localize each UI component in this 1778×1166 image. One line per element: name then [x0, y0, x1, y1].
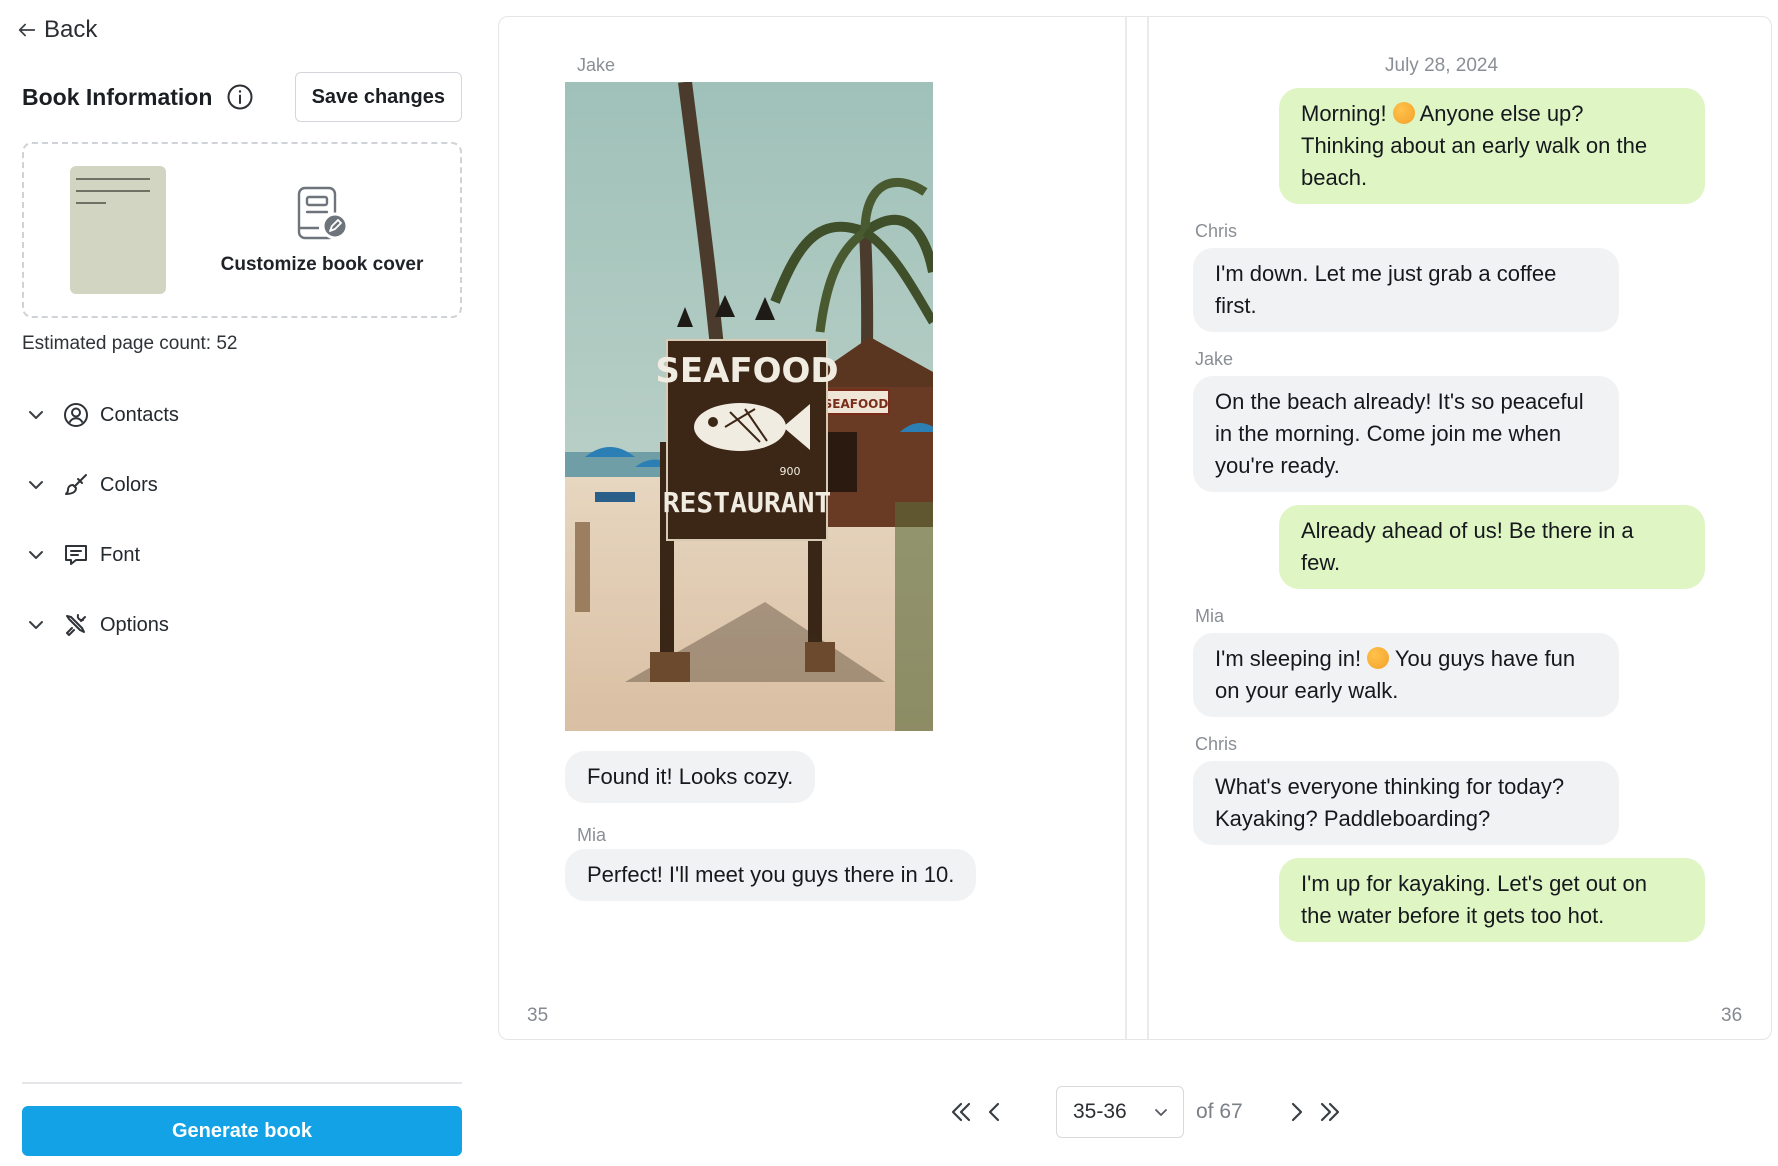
message-text: Already ahead of us! Be there in a	[1301, 518, 1634, 543]
chevron-down-icon	[29, 411, 43, 419]
beach-restaurant-photo: SEAFOOD SEAFOOD 900 RESTAURANT	[565, 82, 933, 731]
page-total: of 67	[1196, 1100, 1243, 1123]
message-bubble: I'm sleeping in! You guys have fun on yo…	[1193, 633, 1619, 717]
page-gutter	[1125, 17, 1127, 1039]
message-text: I'm down. Let me just grab a coffee	[1215, 261, 1557, 286]
user-circle-icon	[64, 403, 88, 427]
section-options[interactable]: Options	[22, 590, 462, 660]
photo-sign-bottom: RESTAURANT	[663, 486, 832, 519]
cover-line	[76, 178, 150, 180]
last-page-button[interactable]	[1313, 1095, 1347, 1129]
first-page-button[interactable]	[944, 1095, 978, 1129]
message-text: in the morning. Come join me when	[1215, 421, 1562, 446]
chat-photo: SEAFOOD SEAFOOD 900 RESTAURANT	[565, 82, 933, 731]
message-bubble-outgoing: Already ahead of us! Be there in a few.	[1279, 505, 1705, 589]
save-changes-button[interactable]: Save changes	[294, 72, 462, 122]
edit-document-icon	[297, 186, 349, 240]
message-bubble: Perfect! I'll meet you guys there in 10.	[565, 849, 977, 901]
emoji-icon	[1392, 102, 1415, 124]
photo-sign-number: 900	[780, 465, 801, 478]
message-text: on your early walk.	[1215, 678, 1399, 703]
message-bubble-outgoing: I'm up for kayaking. Let's get out on th…	[1279, 858, 1705, 942]
chevron-down-icon	[29, 621, 43, 629]
conversation-date: July 28, 2024	[1385, 55, 1499, 76]
sidebar: Back Book Information Save changes Custo…	[0, 0, 480, 1166]
book-spread: Jake SEAFOOD SEAFOOD 900 RESTAURANT Foun…	[498, 16, 1772, 1040]
message-text: you're ready.	[1215, 453, 1340, 478]
book-info-header: Book Information Save changes	[22, 72, 462, 122]
sidebar-divider	[22, 1082, 462, 1084]
page-range-value: 35-36	[1073, 1100, 1127, 1123]
chevron-down-icon	[29, 481, 43, 489]
message-text: beach.	[1301, 165, 1368, 190]
message-text: What's everyone thinking for today?	[1215, 774, 1565, 799]
chevron-left-icon	[988, 1102, 1000, 1122]
message-text: Kayaking? Paddleboarding?	[1215, 806, 1491, 831]
page-number: 35	[527, 1005, 549, 1026]
sender-name: Mia	[1195, 606, 1225, 626]
chevron-right-icon	[1291, 1102, 1302, 1122]
message-text: Anyone else up?	[1414, 101, 1584, 126]
previous-page-button[interactable]	[978, 1095, 1012, 1129]
emoji-icon	[1367, 647, 1390, 669]
sender-name: Chris	[1195, 221, 1238, 241]
book-info-title: Book Information	[22, 83, 213, 110]
message-bubble: I'm down. Let me just grab a coffee firs…	[1193, 248, 1619, 332]
back-link[interactable]: Back	[16, 16, 97, 44]
hut-sign-text: SEAFOOD	[824, 397, 889, 411]
message-text: On the beach already! It's so peaceful	[1215, 389, 1584, 414]
chevron-down-icon	[1155, 1109, 1167, 1116]
next-page-button[interactable]	[1279, 1095, 1313, 1129]
message-text: I'm up for kayaking. Let's get out on	[1301, 871, 1647, 896]
info-icon[interactable]	[226, 83, 254, 111]
settings-sections: Contacts Colors Font Options	[22, 380, 462, 660]
chevrons-left-icon	[951, 1102, 971, 1122]
photo-sign-top: SEAFOOD	[655, 351, 838, 391]
sender-name: Jake	[1195, 349, 1234, 369]
page-range-select[interactable]: 35-36	[1056, 1086, 1184, 1138]
right-page: July 28, 2024 Morning! Anyone else up? T…	[1149, 17, 1771, 1039]
customize-cover-button[interactable]: Customize book cover	[204, 184, 440, 276]
back-label: Back	[44, 16, 98, 43]
tools-icon	[66, 614, 86, 636]
page-number: 36	[1721, 1005, 1743, 1026]
message-text: You guys have fun	[1389, 646, 1576, 671]
section-contacts[interactable]: Contacts	[22, 380, 462, 450]
chevron-down-icon	[29, 551, 43, 559]
sender-name: Jake	[577, 55, 616, 75]
message-text: the water before it gets too hot.	[1301, 903, 1605, 928]
estimated-page-count: Estimated page count: 52	[22, 333, 238, 354]
section-label: Contacts	[100, 403, 179, 426]
left-page: Jake SEAFOOD SEAFOOD 900 RESTAURANT Foun…	[499, 17, 1125, 1039]
sender-name: Mia	[577, 825, 607, 845]
message-bubble: Found it! Looks cozy.	[565, 751, 816, 803]
message-bubble: On the beach already! It's so peaceful i…	[1193, 376, 1619, 492]
message-text: first.	[1215, 293, 1257, 318]
book-cover-area: Customize book cover	[22, 142, 462, 318]
chevrons-right-icon	[1320, 1102, 1339, 1122]
message-bubble-outgoing: Morning! Anyone else up? Thinking about …	[1279, 88, 1705, 204]
message-bubble: What's everyone thinking for today? Kaya…	[1193, 761, 1619, 845]
book-cover-thumbnail[interactable]	[70, 166, 166, 294]
message-text: I'm sleeping in!	[1215, 646, 1368, 671]
brush-icon	[65, 474, 87, 495]
message-icon	[65, 545, 87, 565]
section-label: Font	[100, 543, 141, 566]
message-text: few.	[1301, 550, 1341, 575]
message-text: Morning!	[1301, 101, 1393, 126]
pagination: 35-36 of 67	[944, 1086, 1347, 1138]
cover-line	[76, 190, 150, 192]
section-colors[interactable]: Colors	[22, 450, 462, 520]
customize-cover-label: Customize book cover	[220, 254, 424, 275]
section-label: Options	[100, 613, 169, 636]
generate-book-button[interactable]: Generate book	[22, 1106, 462, 1156]
sender-name: Chris	[1195, 734, 1238, 754]
section-font[interactable]: Font	[22, 520, 462, 590]
message-text: Thinking about an early walk on the	[1301, 133, 1648, 158]
arrow-left-icon	[18, 23, 36, 37]
cover-line	[76, 202, 106, 204]
section-label: Colors	[100, 473, 158, 496]
